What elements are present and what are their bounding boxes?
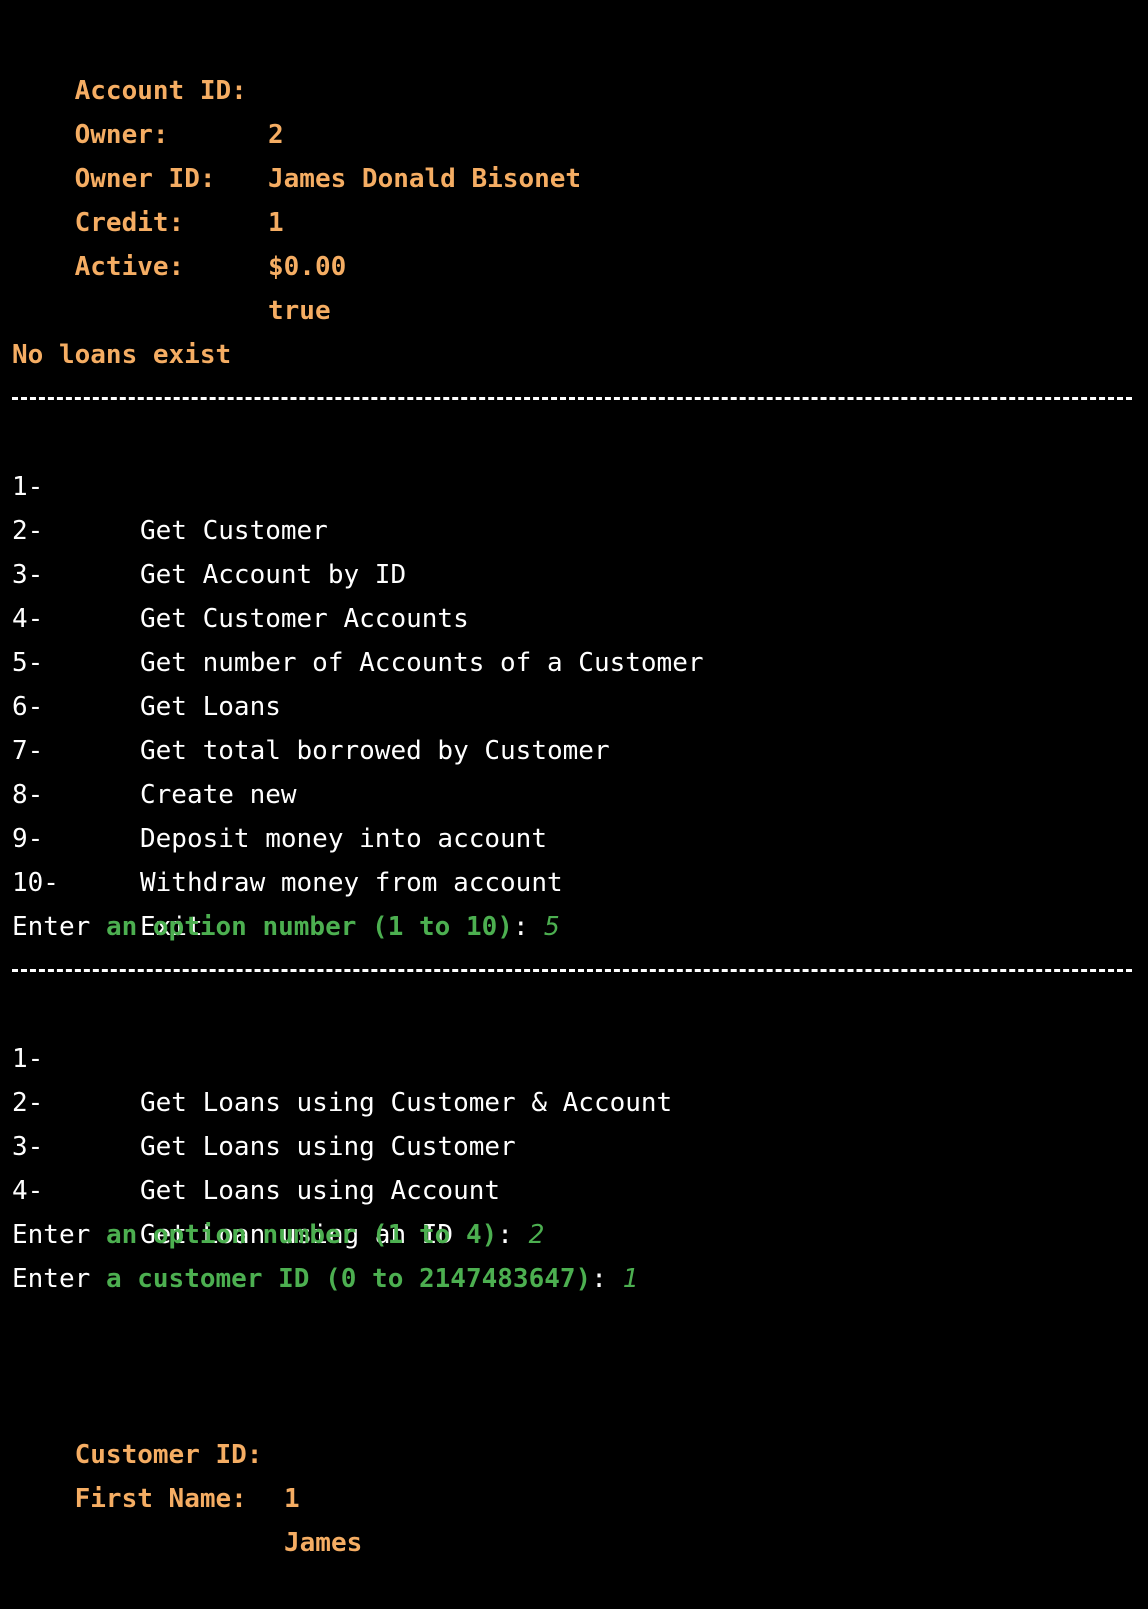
menu-item: 10- Exit <box>12 817 203 942</box>
submenu-item-label: Get Loans using Customer <box>140 1132 516 1162</box>
menu-item: 9- Withdraw money from account <box>12 773 563 898</box>
first-name-row: First Name: James <box>12 1433 363 1558</box>
account-id-value: 2 <box>268 120 284 150</box>
prompt-prefix: Enter <box>12 912 91 942</box>
prompt-prefix: Enter <box>12 1264 91 1294</box>
first-name-label: First Name: <box>74 1484 247 1514</box>
active-value: true <box>268 296 331 326</box>
prompt-text: an option number (1 to 10) <box>105 912 513 942</box>
prompt-colon: : <box>497 1220 513 1250</box>
menu-item-label: Create new <box>140 780 297 810</box>
prompt-prefix: Enter <box>12 1220 91 1250</box>
menu-item-label: Get total borrowed by Customer <box>140 736 610 766</box>
prompt-colon: : <box>512 912 529 942</box>
owner-value: James Donald Bisonet <box>268 164 582 194</box>
menu-item: 6- Get total borrowed by Customer <box>12 641 610 766</box>
owner-id-value: 1 <box>268 208 284 238</box>
menu-item-label: Get Customer Accounts <box>140 604 469 634</box>
active-label: Active: <box>74 252 185 282</box>
menu-item: 2- Get Account by ID <box>12 465 406 590</box>
separator-line <box>12 397 1132 400</box>
submenu-item: 3- Get Loans using Account <box>12 1081 500 1206</box>
submenu-item: 2- Get Loans using Customer <box>12 1037 516 1162</box>
menu-item: 1- Get Customer <box>12 421 328 546</box>
owner-id-row: Owner ID: 1 <box>12 113 284 238</box>
customer-id-prompt[interactable]: Enter a customer ID (0 to 2147483647): 1 <box>12 1257 638 1301</box>
menu-item: 4- Get number of Accounts of a Customer <box>12 553 704 678</box>
prompt-input-value[interactable]: 1 <box>623 1264 639 1294</box>
credit-row: Credit: $0.00 <box>12 157 347 282</box>
prompt-text: a customer ID (0 to 2147483647) <box>105 1264 592 1294</box>
menu-item-label: Withdraw money from account <box>140 868 563 898</box>
separator-line <box>12 969 1132 972</box>
main-menu-prompt[interactable]: Enter an option number (1 to 10): 5 <box>12 905 560 949</box>
loan-menu-prompt[interactable]: Enter an option number (1 to 4): 2 <box>12 1213 544 1257</box>
submenu-item-number: 4- <box>12 1176 44 1206</box>
submenu-item-label: Get Loans using Account <box>140 1176 501 1206</box>
menu-item-label: Get number of Accounts of a Customer <box>140 648 704 678</box>
menu-item: 5- Get Loans <box>12 597 281 722</box>
prompt-input-value[interactable]: 5 <box>544 912 560 942</box>
menu-item-label: Get Account by ID <box>140 560 407 590</box>
customer-id-row: Customer ID: 1 <box>12 1389 300 1514</box>
no-loans-message: No loans exist <box>12 340 232 370</box>
active-row: Active: true <box>12 201 331 326</box>
menu-item-label: Deposit money into account <box>140 824 547 854</box>
menu-item-number: 10- <box>12 868 59 898</box>
prompt-text: an option number (1 to 4) <box>105 1220 498 1250</box>
submenu-item: 4- Get Loan using an ID <box>12 1125 453 1250</box>
menu-item: 3- Get Customer Accounts <box>12 509 469 634</box>
prompt-input-value[interactable]: 2 <box>529 1220 545 1250</box>
account-id-row: Account ID: 2 <box>12 25 284 150</box>
prompt-colon: : <box>591 1264 607 1294</box>
menu-item-label: Get Customer <box>140 516 328 546</box>
first-name-value: James <box>284 1528 363 1558</box>
menu-item: 7- Create new <box>12 685 297 810</box>
submenu-item-label: Get Loans using Customer & Account <box>140 1088 673 1118</box>
menu-item-label: Get Loans <box>140 692 281 722</box>
menu-item: 8- Deposit money into account <box>12 729 547 854</box>
submenu-item: 1- Get Loans using Customer & Account <box>12 993 672 1118</box>
owner-row: Owner: James Donald Bisonet <box>12 69 581 194</box>
credit-value: $0.00 <box>268 252 347 282</box>
